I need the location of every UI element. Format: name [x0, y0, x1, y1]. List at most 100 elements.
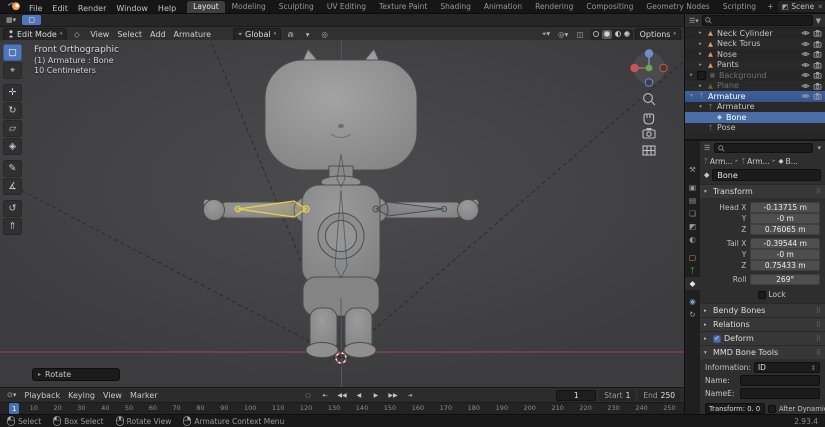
properties-tab-render[interactable]: ▣ [685, 181, 700, 194]
properties-tab-bone[interactable]: ◆ [685, 277, 700, 290]
disable-render-camera-icon[interactable] [813, 92, 822, 100]
hide-viewport-eye-icon[interactable] [801, 82, 810, 90]
properties-tab-constraints[interactable]: ↻ [685, 308, 700, 321]
outliner-row-background[interactable]: ▸▣Background [685, 70, 825, 81]
hide-viewport-eye-icon[interactable] [801, 50, 810, 58]
outliner-row-bone[interactable]: ◆Bone [685, 112, 825, 123]
outliner-row-armature[interactable]: ▾ᛉArmature [685, 91, 825, 102]
outliner-editor-type-icon[interactable]: ☰▾ [688, 17, 700, 25]
properties-tab-world[interactable]: ◐ [685, 233, 700, 246]
panel-bendy-bones[interactable]: ▸ Bendy Bones ⠿ [700, 303, 825, 317]
hide-viewport-eye-icon[interactable] [801, 92, 810, 100]
expand-toggle-icon[interactable]: ▾ [697, 104, 704, 110]
shading-solid-icon[interactable] [602, 30, 612, 39]
viewport-menu-add[interactable]: Add [146, 30, 170, 39]
mmd-name-input[interactable] [740, 375, 820, 386]
mmd-name-en-input[interactable] [740, 388, 820, 399]
number-field[interactable]: -0.13715 m [750, 202, 820, 213]
panel-transform[interactable]: ▾ Transform ⠿ [700, 184, 825, 198]
transport-next-keyframe-button[interactable]: ▶▶ [385, 390, 401, 401]
workspace-tab-sculpting[interactable]: Sculpting [273, 1, 320, 13]
hide-viewport-eye-icon[interactable] [801, 40, 810, 48]
filter-icon[interactable]: ▼ [815, 17, 822, 25]
timeline-ruler[interactable]: 1102030405060708090100110120130140150160… [0, 402, 684, 414]
snap-magnet-icon[interactable]: ⋒ [283, 29, 298, 40]
frame-end-field[interactable]: End 250 [638, 390, 680, 401]
properties-tab-scene[interactable]: ◩ [685, 220, 700, 233]
workspace-tab-rendering[interactable]: Rendering [529, 1, 579, 13]
expand-toggle-icon[interactable]: ▸ [688, 72, 695, 78]
properties-tab-view-layer[interactable]: ❏ [685, 207, 700, 220]
properties-tab-output[interactable]: ▤ [685, 194, 700, 207]
tool-rotate[interactable]: ↻ [3, 102, 22, 119]
breadcrumb-object[interactable]: ᛉ Arm... [704, 157, 732, 166]
bone-select-mode-icon[interactable]: ◇ [69, 29, 84, 40]
mmd-id-dropdown[interactable]: ID ↕ [754, 362, 820, 373]
outliner-row-pants[interactable]: ▸▲Pants [685, 60, 825, 71]
frame-start-field[interactable]: Start 1 [599, 390, 635, 401]
outliner-row-neck-torus[interactable]: ▸▲Neck Torus [685, 39, 825, 50]
properties-tab-object-data[interactable]: ᛉ [685, 264, 700, 277]
shading-wireframe-icon[interactable] [593, 31, 599, 37]
timeline-menu-view[interactable]: View [99, 391, 126, 400]
outliner-row-pose[interactable]: ᛉPose [685, 123, 825, 134]
transport-play-button[interactable]: ▶ [368, 390, 384, 401]
disable-render-camera-icon[interactable] [813, 82, 822, 90]
blender-logo-icon[interactable] [4, 0, 24, 13]
breadcrumb-bone[interactable]: ◆ B... [778, 157, 797, 166]
hide-viewport-eye-icon[interactable] [801, 29, 810, 37]
properties-editor-type-icon[interactable]: ☰ [703, 144, 711, 152]
outliner-search-input[interactable] [702, 15, 813, 26]
properties-tab-object[interactable]: ▢ [685, 251, 700, 264]
number-field[interactable]: -0.39544 m [750, 238, 820, 249]
snap-target-dropdown-icon[interactable]: ▾ [300, 29, 315, 40]
proportional-editing-icon[interactable]: ◎ [317, 29, 332, 40]
xray-toggle-icon[interactable]: ◫ [573, 29, 588, 40]
workspace-tab-uv-editing[interactable]: UV Editing [321, 1, 372, 13]
panel-deform[interactable]: ▸ Deform ⠿ [700, 331, 825, 345]
number-field[interactable]: 0.76065 m [750, 224, 820, 235]
timeline-menu-playback[interactable]: Playback [20, 391, 64, 400]
overlays-icon[interactable]: ◎▾ [556, 29, 571, 40]
after-dynamics-checkbox[interactable] [768, 405, 776, 413]
tool-extrude[interactable]: ⇑ [3, 218, 22, 235]
active-tool-select-box-icon[interactable]: ▢ [22, 15, 41, 25]
viewport-menu-select[interactable]: Select [113, 30, 146, 39]
workspace-tab-shading[interactable]: Shading [434, 1, 476, 13]
properties-tab-tool[interactable]: ⚒ [685, 163, 700, 176]
outliner-row-plane[interactable]: ▸▲Plane [685, 81, 825, 92]
timeline-menu-marker[interactable]: Marker [126, 391, 162, 400]
mmd-transform-order-field[interactable]: Transform: 0. 0 [705, 403, 765, 414]
workspace-tab-geometry-nodes[interactable]: Geometry Nodes [640, 1, 715, 13]
lock-checkbox[interactable] [758, 291, 766, 299]
add-workspace-button[interactable]: + [763, 2, 778, 13]
expand-toggle-icon[interactable]: ▸ [697, 41, 704, 47]
tool-move[interactable]: ✛ [3, 84, 22, 101]
outliner-row-nose[interactable]: ▸▲Nose [685, 49, 825, 60]
number-field[interactable]: -0 m [750, 249, 820, 260]
tool-roll[interactable]: ↺ [3, 200, 22, 217]
timeline-editor-type-icon[interactable]: ⊙▾ [4, 390, 19, 400]
panel-relations[interactable]: ▸ Relations ⠿ [700, 317, 825, 331]
panel-mmd-bone-tools[interactable]: ▾ MMD Bone Tools ⠿ [700, 345, 825, 359]
timeline-menu-keying[interactable]: Keying [64, 391, 99, 400]
expand-toggle-icon[interactable]: ▸ [697, 30, 704, 36]
unlink-scene-icon[interactable]: ✕ [817, 3, 823, 11]
hide-viewport-eye-icon[interactable] [801, 71, 810, 79]
mode-selector[interactable]: Edit Mode ▾ [3, 28, 67, 41]
expand-toggle-icon[interactable]: ▸ [697, 83, 704, 89]
shading-rendered-icon[interactable] [624, 31, 630, 37]
disable-render-camera-icon[interactable] [813, 71, 822, 79]
viewport-menu-view[interactable]: View [86, 30, 113, 39]
outliner-row-neck-cylinder[interactable]: ▸▲Neck Cylinder [685, 28, 825, 39]
bone-name-input[interactable]: Bone [712, 169, 821, 181]
number-field[interactable]: -0 m [750, 213, 820, 224]
shading-material-icon[interactable] [615, 31, 621, 37]
expand-toggle-icon[interactable]: ▸ [697, 62, 704, 68]
outliner-row-armature[interactable]: ▾ᛉArmature [685, 102, 825, 113]
workspace-tab-compositing[interactable]: Compositing [580, 1, 639, 13]
transport-play-reverse-button[interactable]: ◀ [351, 390, 367, 401]
tool-select-box[interactable]: ▢ [3, 44, 22, 61]
properties-tab-physics[interactable]: ◉ [685, 295, 700, 308]
show-gizmo-icon[interactable]: ⌖▾ [539, 29, 554, 40]
